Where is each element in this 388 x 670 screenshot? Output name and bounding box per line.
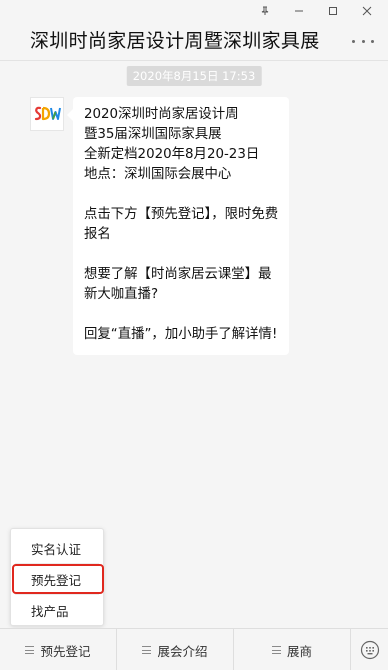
- close-icon[interactable]: [360, 4, 374, 18]
- menu-tab-label: 展商: [286, 643, 312, 659]
- menu-lines-icon: [25, 646, 35, 654]
- message-gap: [84, 245, 279, 265]
- menu-tab-label: 展会介绍: [157, 643, 208, 659]
- message-gap: [84, 185, 279, 205]
- message-line: 回复“直播”，加小助手了解详情!: [84, 327, 278, 342]
- avatar[interactable]: [30, 97, 64, 131]
- message-line: 地点：深圳国际会展中心: [84, 167, 232, 182]
- submenu-popup: 实名认证 预先登记 找产品: [10, 528, 104, 626]
- menu-lines-icon: [271, 646, 281, 654]
- message-bubble: 2020深圳时尚家居设计周 暨35届深圳国际家具展 全新定档2020年8月20-…: [67, 97, 289, 355]
- pin-icon[interactable]: [258, 4, 272, 18]
- minimize-icon[interactable]: [292, 4, 306, 18]
- menu-tab-pre-register[interactable]: 预先登记: [0, 629, 117, 670]
- message-gap: [84, 305, 279, 325]
- menu-lines-icon: [142, 646, 152, 654]
- keyboard-icon[interactable]: [351, 629, 388, 670]
- more-icon[interactable]: [352, 33, 374, 49]
- message-line: 暨35届深圳国际家具展: [84, 127, 222, 142]
- message-timestamp: 2020年8月15日 17:53: [126, 66, 262, 86]
- menu-tab-label: 预先登记: [40, 643, 91, 659]
- maximize-icon[interactable]: [326, 4, 340, 18]
- chat-title: 深圳时尚家居设计周暨深圳家具展: [30, 29, 320, 52]
- submenu-item-find-products[interactable]: 找产品: [11, 595, 103, 625]
- sdw-logo-icon: [34, 106, 61, 121]
- submenu-item-real-name-verify[interactable]: 实名认证: [11, 533, 103, 563]
- message-line: 点击下方【预先登记】，限时免费报名: [84, 207, 279, 242]
- menu-tab-exhibitors[interactable]: 展商: [234, 629, 351, 670]
- highlight-box: [12, 564, 104, 594]
- message-line: 全新定档2020年8月20-23日: [84, 147, 260, 162]
- menu-tab-expo-intro[interactable]: 展会介绍: [117, 629, 234, 670]
- bottom-menu-bar: 预先登记 展会介绍 展商: [0, 628, 388, 670]
- header-divider: [0, 60, 388, 61]
- chat-header: 深圳时尚家居设计周暨深圳家具展: [0, 18, 388, 60]
- message-line: 想要了解【时尚家居云课堂】最新大咖直播?: [84, 267, 272, 302]
- message-line: 2020深圳时尚家居设计周: [84, 107, 239, 122]
